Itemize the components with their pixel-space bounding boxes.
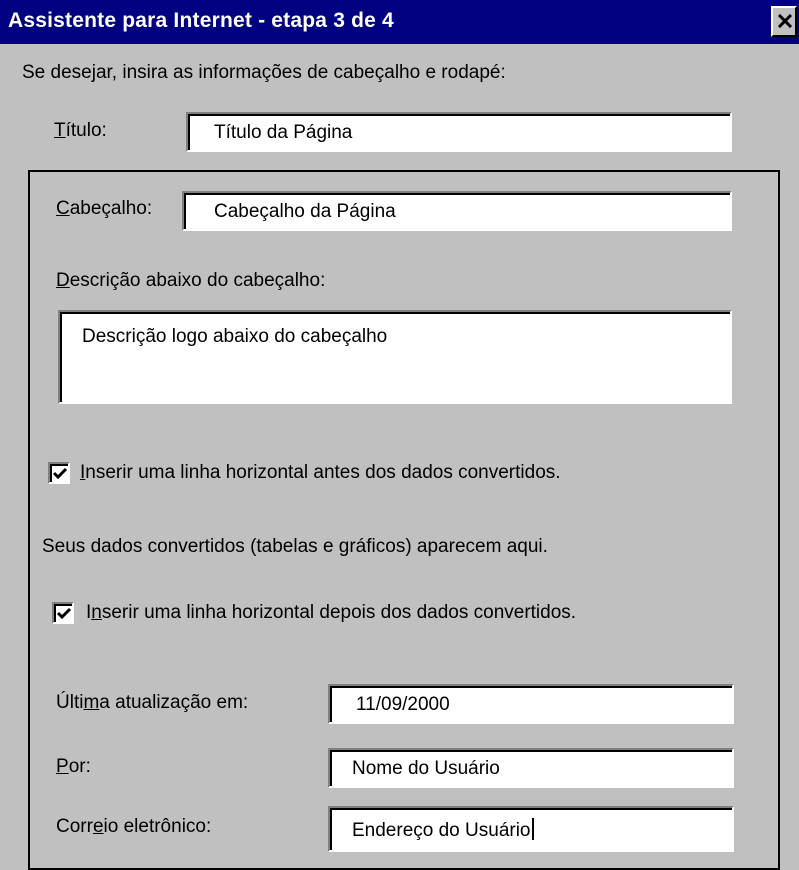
correio-label: Correio eletrônico: [56, 816, 212, 837]
titulo-value: Título da Página [214, 122, 353, 143]
descricao-value: Descrição logo abaixo do cabeçalho [82, 326, 388, 347]
cabecalho-input[interactable]: Cabeçalho da Página [182, 191, 732, 231]
title-bar: Assistente para Internet - etapa 3 de 4 [0, 0, 799, 44]
correio-input[interactable]: Endereço do Usuário [328, 806, 734, 852]
por-value: Nome do Usuário [352, 758, 500, 779]
converted-data-note: Seus dados convertidos (tabelas e gráfic… [42, 536, 548, 557]
checkmark-icon [56, 607, 72, 620]
por-input[interactable]: Nome do Usuário [328, 748, 734, 788]
checkmark-icon [52, 467, 68, 480]
ultima-atualizacao-input[interactable]: 11/09/2000 [328, 684, 734, 724]
instructions-text: Se desejar, insira as informações de cab… [22, 62, 506, 83]
checkbox-line-before[interactable] [48, 462, 70, 484]
cabecalho-value: Cabeçalho da Página [214, 201, 396, 222]
ultima-atualizacao-value: 11/09/2000 [356, 694, 450, 715]
por-label: Por: [56, 756, 91, 777]
checkbox-line-after[interactable] [52, 602, 74, 624]
titulo-input[interactable]: Título da Página [186, 112, 732, 152]
descricao-textarea[interactable]: Descrição logo abaixo do cabeçalho [58, 310, 732, 404]
descricao-label: Descrição abaixo do cabeçalho: [56, 270, 326, 291]
close-button[interactable] [771, 6, 797, 37]
text-caret [531, 818, 534, 840]
checkbox-line-before-label[interactable]: Inserir uma linha horizontal antes dos d… [80, 462, 561, 484]
close-icon [777, 14, 793, 28]
checkbox-line-after-label[interactable]: Inserir uma linha horizontal depois dos … [86, 602, 576, 624]
window-title: Assistente para Internet - etapa 3 de 4 [8, 9, 394, 32]
titulo-label: Título: [54, 120, 107, 141]
correio-value: Endereço do Usuário [352, 818, 534, 842]
cabecalho-label: Cabeçalho: [56, 198, 153, 219]
ultima-atualizacao-label: Última atualização em: [56, 692, 249, 713]
